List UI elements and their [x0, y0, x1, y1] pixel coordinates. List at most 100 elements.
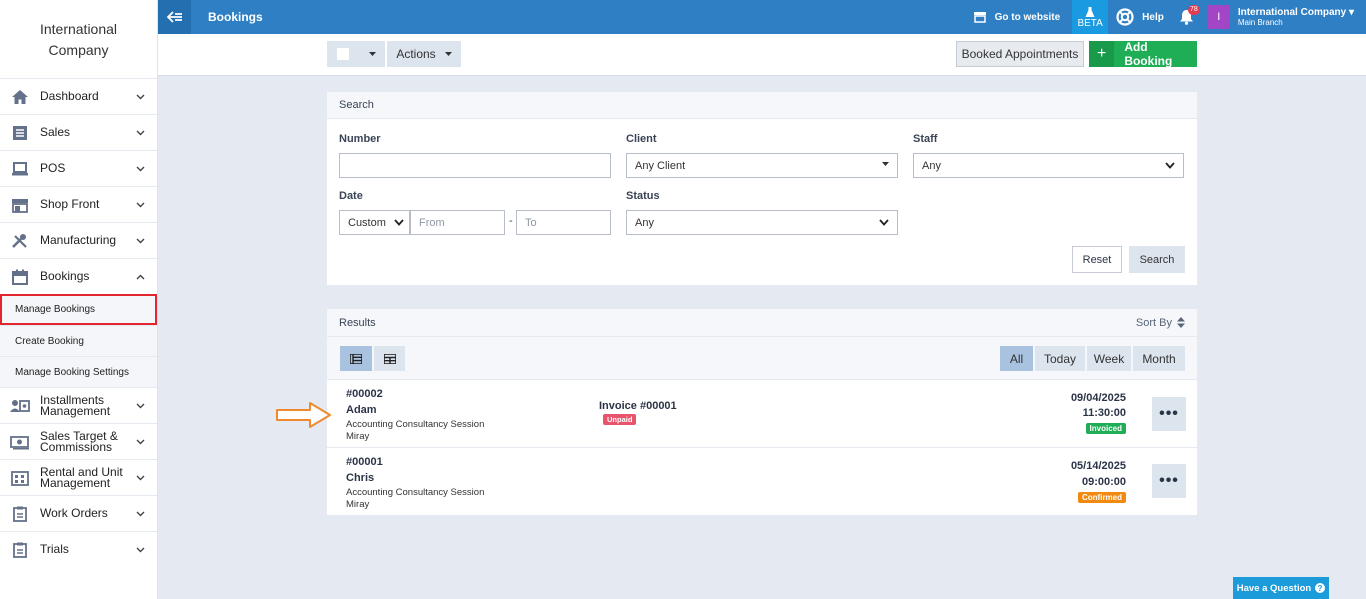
- table-icon: [383, 353, 396, 364]
- sort-by-label: Sort By: [1135, 316, 1172, 329]
- store-icon: [10, 196, 30, 214]
- beta-button[interactable]: BETA: [1072, 0, 1109, 34]
- booking-number[interactable]: #00002: [346, 388, 383, 400]
- chevron-down-icon: [135, 545, 145, 555]
- sidebar-item-dashboard[interactable]: Dashboard: [0, 78, 157, 114]
- sidebar-subitem-create-booking[interactable]: Create Booking: [0, 325, 157, 356]
- document-icon: [10, 124, 30, 142]
- chevron-down-icon: [135, 164, 145, 174]
- number-label: Number: [339, 133, 381, 145]
- sidebar-item-shop-front[interactable]: Shop Front: [0, 186, 157, 222]
- sidebar-item-pos[interactable]: POS: [0, 150, 157, 186]
- sort-icon: [1177, 317, 1185, 328]
- sidebar-item-label: Sales Target & Commissions: [40, 428, 118, 454]
- flask-icon: [1085, 6, 1095, 17]
- have-a-question-button[interactable]: Have a Question ?: [1233, 577, 1329, 599]
- tab-all[interactable]: All: [1000, 346, 1033, 371]
- sidebar-item-installments-management[interactable]: Installments Management: [0, 387, 157, 423]
- date-label: Date: [339, 190, 363, 202]
- add-booking-button[interactable]: + Add Booking: [1089, 40, 1197, 68]
- sidebar-item-trials[interactable]: Trials: [0, 531, 157, 567]
- date-to-input[interactable]: To: [516, 210, 611, 235]
- question-circle-icon: ?: [1315, 583, 1326, 593]
- search-button[interactable]: Search: [1129, 246, 1185, 273]
- sidebar-item-work-orders[interactable]: Work Orders: [0, 495, 157, 531]
- booked-appointments-button[interactable]: Booked Appointments: [956, 41, 1084, 67]
- table-view-toggle[interactable]: [374, 346, 405, 371]
- invoice-link[interactable]: Invoice #00001: [599, 400, 677, 412]
- lifebuoy-icon: [1116, 8, 1134, 26]
- chevron-up-icon: [135, 272, 145, 282]
- sidebar-item-label: Sales: [40, 125, 71, 139]
- company-logo-text: International Company: [0, 0, 157, 78]
- bookings-submenu: Manage Bookings Create Booking Manage Bo…: [0, 294, 157, 387]
- date-mode-value: Custom: [348, 216, 386, 229]
- sidebar-item-manufacturing[interactable]: Manufacturing: [0, 222, 157, 258]
- date-mode-select[interactable]: Custom: [339, 210, 410, 235]
- arrow-left-icon: [166, 11, 182, 23]
- actions-label: Actions: [396, 47, 436, 61]
- period-tabs: All Today Week Month: [998, 346, 1185, 371]
- booking-staff: Miray: [346, 431, 370, 442]
- date-range-dash: -: [509, 215, 513, 227]
- date-from-input[interactable]: From: [410, 210, 505, 235]
- booking-row[interactable]: #00002 Adam Accounting Consultancy Sessi…: [327, 379, 1197, 447]
- booking-client: Chris: [346, 472, 375, 484]
- sidebar-subitem-manage-bookings[interactable]: Manage Bookings: [0, 294, 157, 325]
- list-icon: [350, 353, 362, 364]
- status-badge: Invoiced: [1085, 423, 1126, 434]
- row-more-button[interactable]: •••: [1152, 397, 1186, 431]
- users-card-icon: [10, 397, 30, 415]
- select-all-checkbox[interactable]: [336, 48, 349, 60]
- sidebar-item-sales-target-commissions[interactable]: Sales Target & Commissions: [0, 423, 157, 459]
- annotation-arrow-icon: [276, 402, 331, 428]
- help-link[interactable]: Help: [1116, 8, 1164, 26]
- svg-text:?: ?: [1318, 584, 1323, 593]
- results-panel: Results Sort By All Today Week Month #00…: [327, 309, 1197, 515]
- results-title: Results: [339, 316, 376, 329]
- date-from-placeholder: From: [419, 216, 445, 229]
- booking-number[interactable]: #00001: [346, 456, 383, 468]
- actions-dropdown[interactable]: Actions: [387, 41, 461, 67]
- booking-service: Accounting Consultancy Session: [346, 487, 485, 498]
- go-to-website-link[interactable]: Go to website: [973, 11, 1060, 23]
- select-all-dropdown[interactable]: [327, 41, 385, 67]
- sidebar-item-bookings[interactable]: Bookings: [0, 258, 157, 294]
- sidebar: International Company Dashboard Sales POS…: [0, 0, 158, 599]
- notifications-button[interactable]: 78: [1176, 5, 1200, 29]
- row-more-button[interactable]: •••: [1152, 464, 1186, 498]
- sidebar-item-sales[interactable]: Sales: [0, 114, 157, 150]
- tab-month[interactable]: Month: [1133, 346, 1185, 371]
- avatar: I: [1207, 5, 1230, 29]
- calendar-icon: [10, 268, 30, 286]
- sort-by-button[interactable]: Sort By: [1136, 317, 1185, 329]
- beta-label: BETA: [1077, 17, 1103, 29]
- have-a-question-label: Have a Question: [1236, 582, 1312, 594]
- chevron-down-icon: [135, 401, 145, 411]
- booking-date: 09/04/2025: [1070, 392, 1126, 404]
- status-badge: Confirmed: [1078, 492, 1126, 503]
- list-view-toggle[interactable]: [340, 346, 372, 371]
- client-select[interactable]: Any Client: [626, 153, 898, 178]
- tab-week[interactable]: Week: [1087, 346, 1131, 371]
- chevron-down-icon: [135, 473, 145, 483]
- clipboard-icon: [10, 541, 30, 559]
- more-dots-icon: •••: [1159, 472, 1179, 489]
- number-input[interactable]: [339, 153, 611, 178]
- staff-select[interactable]: Any: [913, 153, 1184, 178]
- collapse-sidebar-button[interactable]: [158, 0, 191, 34]
- company-name: International Company: [1237, 6, 1347, 18]
- invoice-status-badge: Unpaid: [603, 414, 637, 425]
- booking-row[interactable]: #00001 Chris Accounting Consultancy Sess…: [327, 447, 1197, 515]
- reset-button[interactable]: Reset: [1072, 246, 1122, 273]
- caret-down-icon: [882, 162, 889, 166]
- home-icon: [10, 88, 30, 106]
- status-select[interactable]: Any: [626, 210, 898, 235]
- client-value: Any Client: [635, 159, 686, 172]
- tab-today[interactable]: Today: [1035, 346, 1085, 371]
- sidebar-subitem-manage-booking-settings[interactable]: Manage Booking Settings: [0, 356, 157, 387]
- money-icon: [10, 433, 30, 451]
- more-dots-icon: •••: [1159, 405, 1179, 422]
- sidebar-item-rental-unit-management[interactable]: Rental and Unit Management: [0, 459, 157, 495]
- company-switcher[interactable]: I International Company ▾ Main Branch: [1207, 5, 1354, 29]
